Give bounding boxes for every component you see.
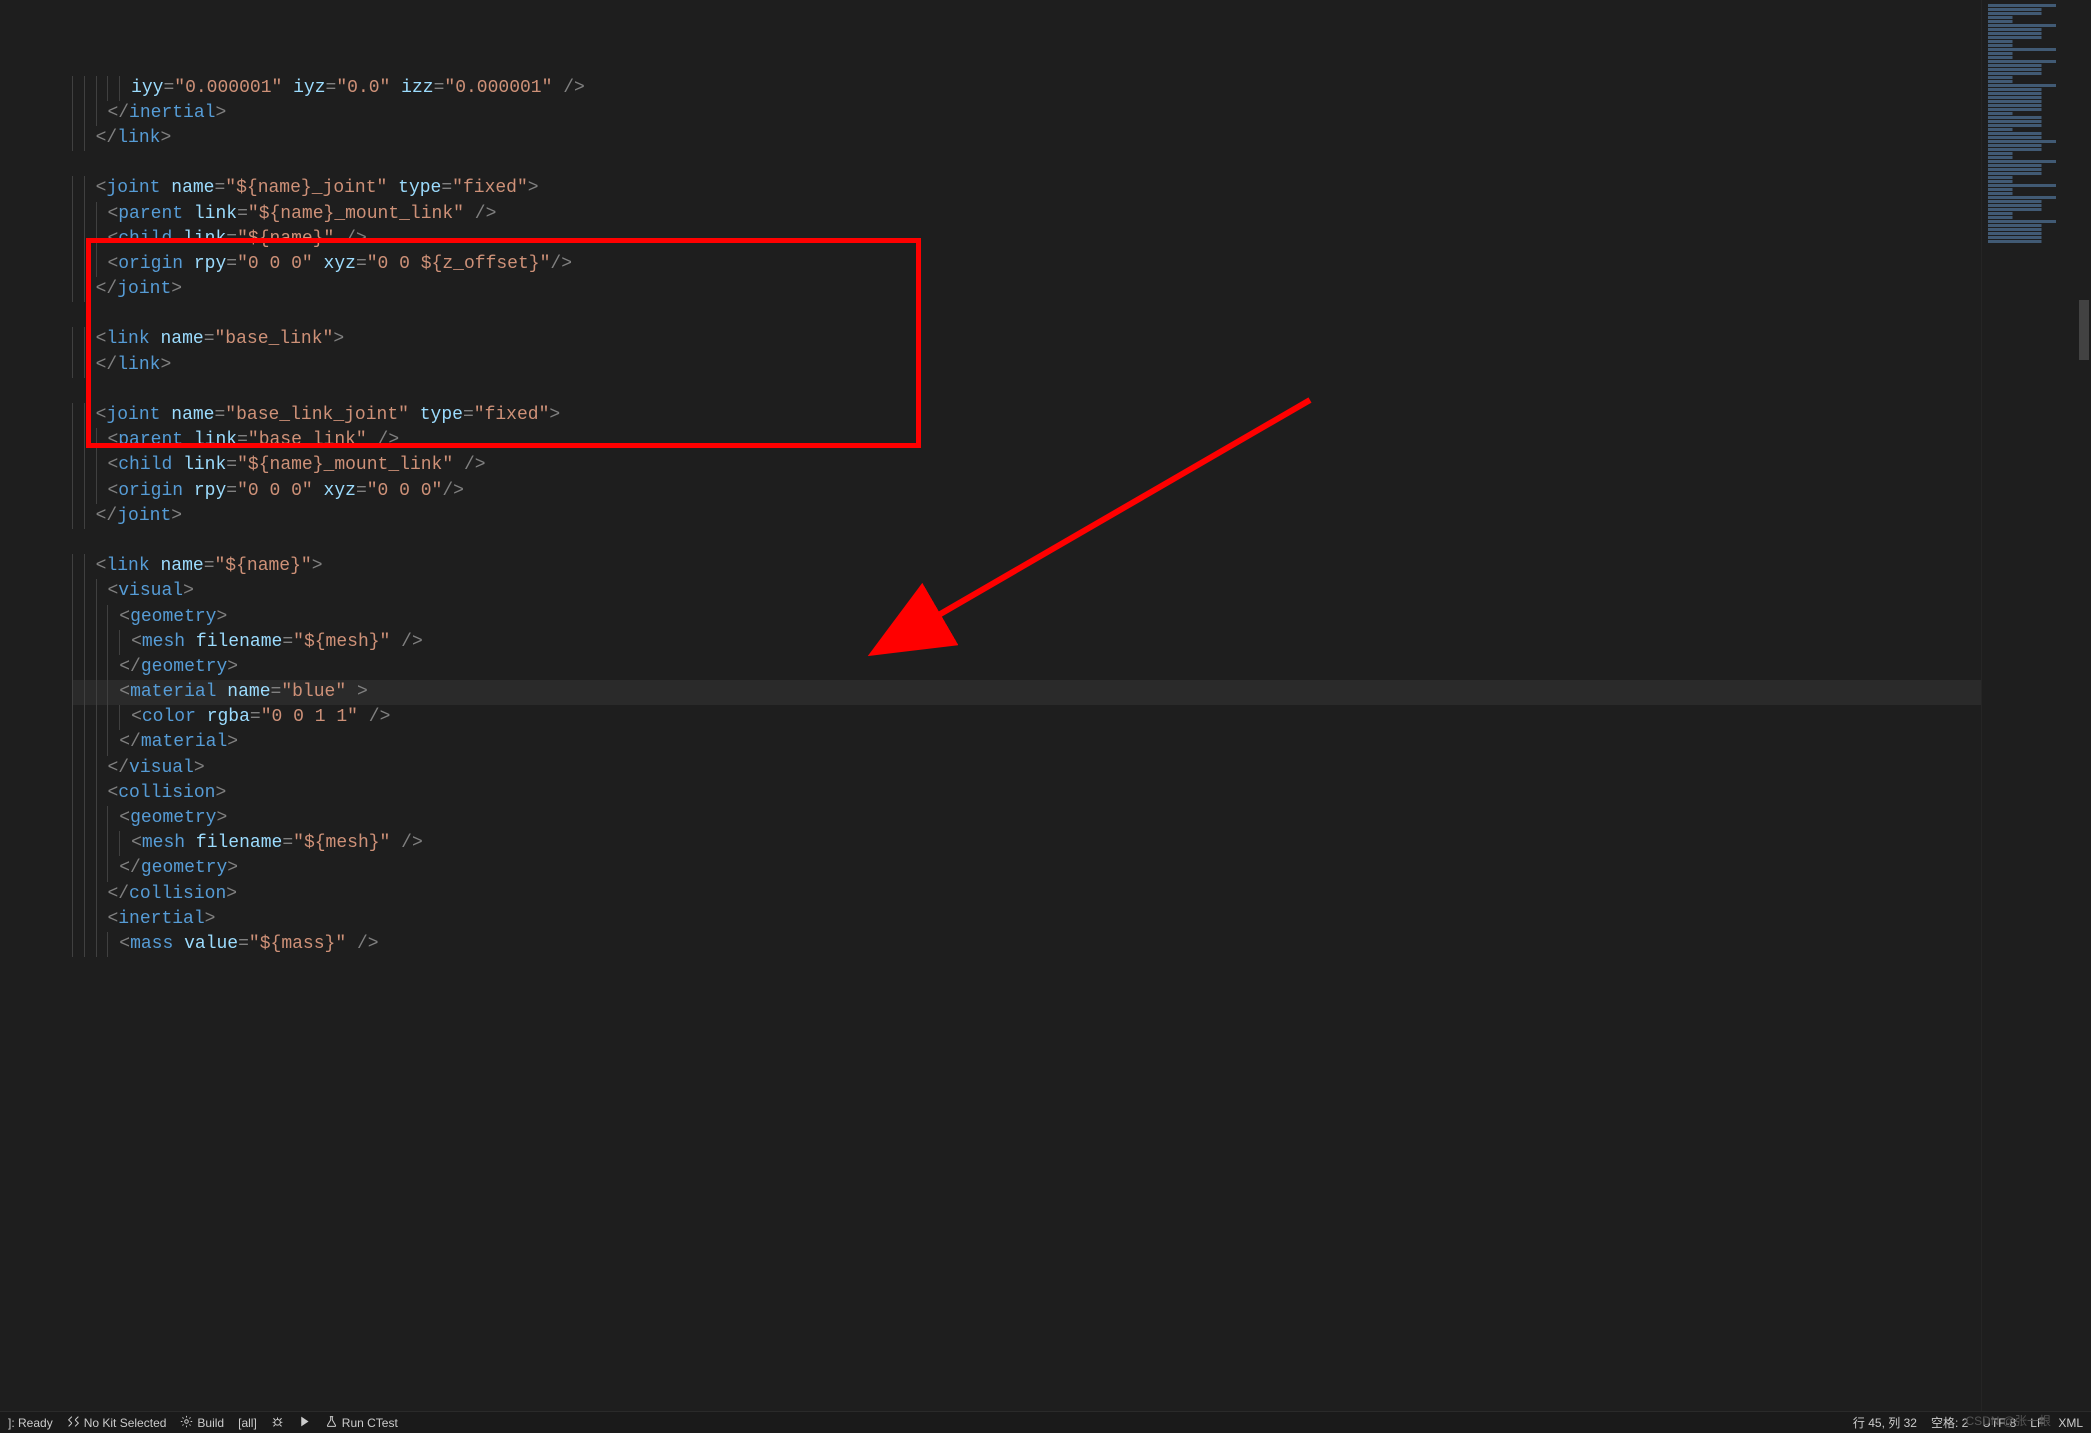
code-line[interactable]: <child link="${name}_mount_link" /> — [72, 453, 1981, 478]
scrollbar-thumb[interactable] — [2079, 300, 2089, 360]
code-line[interactable]: <joint name="${name}_joint" type="fixed"… — [72, 176, 1981, 201]
status-language-label: XML — [2058, 1416, 2083, 1430]
status-build-label: Build — [197, 1416, 224, 1430]
code-line[interactable]: </joint> — [72, 277, 1981, 302]
status-kit-label: No Kit Selected — [84, 1416, 167, 1430]
code-line[interactable]: </link> — [72, 353, 1981, 378]
code-line[interactable]: <joint name="base_link_joint" type="fixe… — [72, 403, 1981, 428]
code-line[interactable]: </joint> — [72, 504, 1981, 529]
status-language[interactable]: XML — [2058, 1416, 2083, 1430]
code-editor[interactable]: iyy="0.000001" iyz="0.0" izz="0.000001" … — [68, 0, 1981, 1411]
code-line[interactable]: <origin rpy="0 0 0" xyz="0 0 0"/> — [72, 479, 1981, 504]
code-line[interactable]: <collision> — [72, 781, 1981, 806]
code-line[interactable]: <link name="base_link"> — [72, 327, 1981, 352]
status-debug[interactable] — [271, 1415, 284, 1431]
flask-icon — [325, 1415, 338, 1431]
status-spaces[interactable]: 空格: 2 — [1931, 1414, 1968, 1431]
minimap[interactable] — [1981, 0, 2091, 1411]
status-run[interactable] — [298, 1415, 311, 1431]
status-bar: ]: Ready No Kit Selected Build [all] Run… — [0, 1411, 2091, 1433]
code-line[interactable]: <origin rpy="0 0 0" xyz="0 0 ${z_offset}… — [72, 252, 1981, 277]
code-line[interactable]: <parent link="${name}_mount_link" /> — [72, 202, 1981, 227]
code-line[interactable]: <visual> — [72, 579, 1981, 604]
fold-gutter[interactable] — [48, 0, 68, 1411]
code-line[interactable]: </visual> — [72, 756, 1981, 781]
status-ready[interactable]: ]: Ready — [8, 1416, 53, 1430]
line-number-gutter[interactable] — [0, 0, 48, 1411]
minimap-content — [1988, 4, 2085, 244]
status-ready-label: ]: Ready — [8, 1416, 53, 1430]
status-target-label: [all] — [238, 1416, 257, 1430]
code-line[interactable]: <child link="${name}" /> — [72, 227, 1981, 252]
tools-icon — [67, 1415, 80, 1431]
code-line[interactable]: </link> — [72, 126, 1981, 151]
code-line[interactable]: </collision> — [72, 882, 1981, 907]
code-line[interactable]: <mesh filename="${mesh}" /> — [72, 630, 1981, 655]
status-spaces-label: 空格: 2 — [1931, 1414, 1968, 1431]
code-line[interactable]: <color rgba="0 0 1 1" /> — [72, 705, 1981, 730]
code-line[interactable]: </geometry> — [72, 856, 1981, 881]
status-kit[interactable]: No Kit Selected — [67, 1415, 167, 1431]
code-line[interactable]: </inertial> — [72, 101, 1981, 126]
gear-icon — [180, 1415, 193, 1431]
status-cursor-label: 行 45, 列 32 — [1853, 1414, 1917, 1431]
code-line[interactable]: <geometry> — [72, 806, 1981, 831]
code-line[interactable]: <inertial> — [72, 907, 1981, 932]
code-line[interactable]: <geometry> — [72, 605, 1981, 630]
code-line[interactable]: <mass value="${mass}" /> — [72, 932, 1981, 957]
editor-container: iyy="0.000001" iyz="0.0" izz="0.000001" … — [0, 0, 2091, 1411]
code-line[interactable]: </geometry> — [72, 655, 1981, 680]
code-line[interactable]: <link name="${name}"> — [72, 554, 1981, 579]
status-ctest[interactable]: Run CTest — [325, 1415, 398, 1431]
status-build[interactable]: Build — [180, 1415, 224, 1431]
status-target[interactable]: [all] — [238, 1416, 257, 1430]
vertical-scrollbar[interactable] — [2077, 0, 2091, 1411]
status-ctest-label: Run CTest — [342, 1416, 398, 1430]
watermark: CSDN @张一根 — [1965, 1412, 2051, 1429]
code-line[interactable]: <parent link="base_link" /> — [72, 428, 1981, 453]
code-line[interactable] — [72, 529, 1981, 554]
code-line[interactable] — [72, 378, 1981, 403]
status-cursor[interactable]: 行 45, 列 32 — [1853, 1414, 1917, 1431]
code-line[interactable]: <mesh filename="${mesh}" /> — [72, 831, 1981, 856]
code-line[interactable]: <material name="blue" > — [72, 680, 1981, 705]
code-line[interactable] — [72, 151, 1981, 176]
code-line[interactable]: iyy="0.000001" iyz="0.0" izz="0.000001" … — [72, 76, 1981, 101]
play-icon — [298, 1415, 311, 1431]
bug-icon — [271, 1415, 284, 1431]
code-line[interactable]: </material> — [72, 730, 1981, 755]
code-line[interactable] — [72, 302, 1981, 327]
